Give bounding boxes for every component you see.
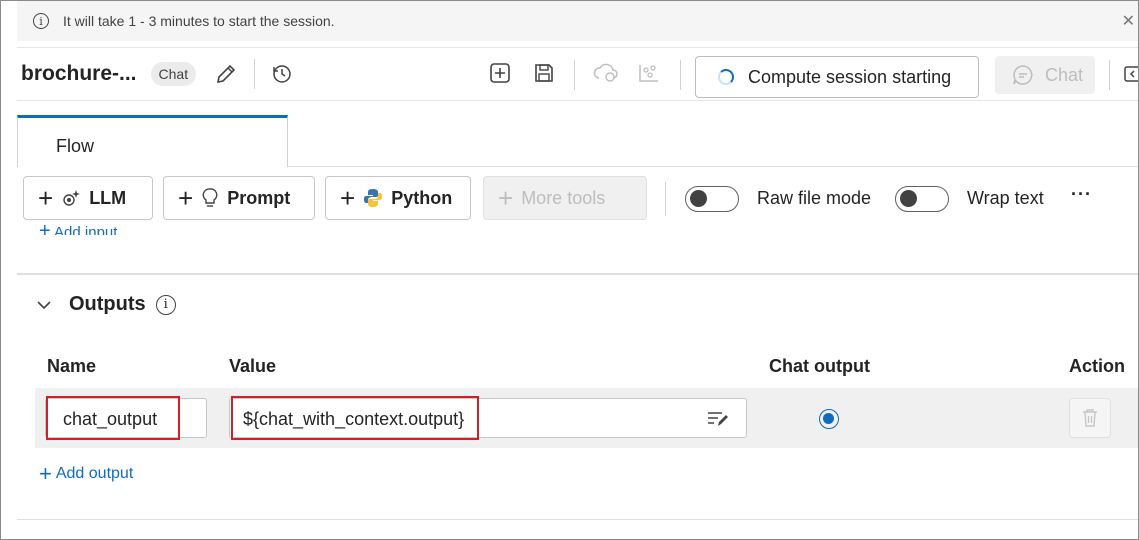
info-icon[interactable]: i [155, 294, 176, 315]
column-header-value: Value [229, 356, 277, 376]
toolbar-divider [665, 182, 666, 216]
compute-session-button[interactable]: Compute session starting [695, 56, 979, 98]
add-prompt-button[interactable]: + Prompt [163, 176, 315, 220]
edit-pencil-icon[interactable] [214, 62, 238, 86]
chat-button-label: Chat [1045, 64, 1084, 85]
column-header-chat-output: Chat output [769, 356, 870, 376]
outputs-header[interactable]: Outputs i [37, 293, 176, 316]
section-divider [17, 273, 1138, 275]
compute-session-label: Compute session starting [748, 66, 952, 87]
header-divider [254, 59, 256, 89]
flow-header: brochure-... Chat Compute session starti… [17, 47, 1138, 101]
tab-bar: Flow [17, 113, 1138, 167]
llm-label: LLM [89, 187, 127, 208]
column-header-name: Name [47, 356, 97, 376]
column-header-action: Action [1069, 356, 1125, 376]
more-options-icon[interactable]: ··· [1071, 184, 1092, 205]
chevron-down-icon[interactable] [37, 300, 51, 310]
evaluate-icon[interactable] [637, 62, 661, 84]
history-icon[interactable] [271, 63, 293, 85]
header-divider [680, 60, 681, 90]
more-tools-label: More tools [521, 187, 606, 208]
plus-icon: + [38, 183, 54, 213]
app-frame: i It will take 1 - 3 minutes to start th… [0, 0, 1139, 540]
plus-icon: + [498, 183, 514, 213]
chat-output-radio[interactable] [819, 409, 839, 429]
python-label: Python [391, 187, 453, 208]
delete-output-button[interactable] [1069, 398, 1111, 438]
radio-selected-dot [823, 413, 834, 424]
wrap-text-label: Wrap text [967, 188, 1044, 208]
info-icon: i [33, 13, 49, 29]
add-input-label: Add input [54, 224, 118, 235]
tools-toolbar: + LLM + Prompt + Python + More tools Raw… [17, 167, 1138, 227]
plus-icon: + [39, 221, 51, 235]
flow-title: brochure-... [21, 62, 137, 85]
llm-sparkle-icon [61, 188, 81, 208]
prompt-label: Prompt [227, 187, 291, 208]
loading-spinner-icon [718, 69, 734, 85]
plus-icon: + [178, 183, 194, 213]
highlight-box-name [46, 396, 180, 440]
banner-message: It will take 1 - 3 minutes to start the … [63, 13, 335, 29]
tab-flow[interactable]: Flow [17, 115, 288, 167]
flow-type-badge: Chat [150, 62, 197, 86]
more-tools-button[interactable]: + More tools [483, 176, 647, 220]
section-divider [17, 519, 1138, 520]
chat-button[interactable]: Chat [995, 56, 1095, 94]
raw-file-mode-label: Raw file mode [757, 188, 872, 208]
edit-expression-icon[interactable] [706, 409, 730, 429]
close-icon[interactable]: ✕ [1122, 11, 1135, 31]
python-icon [363, 188, 383, 208]
panel-toggle-icon[interactable] [1123, 64, 1138, 84]
cloud-deploy-icon[interactable] [593, 62, 619, 84]
header-divider [1109, 60, 1110, 90]
save-icon[interactable] [533, 62, 555, 84]
add-output-label: Add output [55, 465, 134, 482]
toggle-knob [690, 190, 707, 207]
trash-icon [1081, 408, 1099, 428]
highlight-box-value [231, 396, 479, 440]
wrap-text-toggle[interactable] [895, 186, 949, 212]
add-llm-button[interactable]: + LLM [23, 176, 153, 220]
plus-icon: + [39, 461, 52, 486]
add-input-link[interactable]: + Add input [39, 221, 117, 235]
toggle-knob [900, 190, 917, 207]
outputs-title: Outputs [69, 293, 146, 315]
info-banner: i It will take 1 - 3 minutes to start th… [17, 1, 1138, 41]
raw-file-mode-toggle[interactable] [685, 186, 739, 212]
lightbulb-icon [201, 187, 219, 209]
add-python-button[interactable]: + Python [325, 176, 471, 220]
add-output-link[interactable]: + Add output [39, 463, 133, 485]
header-divider [574, 60, 575, 90]
add-node-icon[interactable] [489, 62, 511, 84]
plus-icon: + [340, 183, 356, 213]
chat-bubble-icon [1011, 63, 1035, 87]
